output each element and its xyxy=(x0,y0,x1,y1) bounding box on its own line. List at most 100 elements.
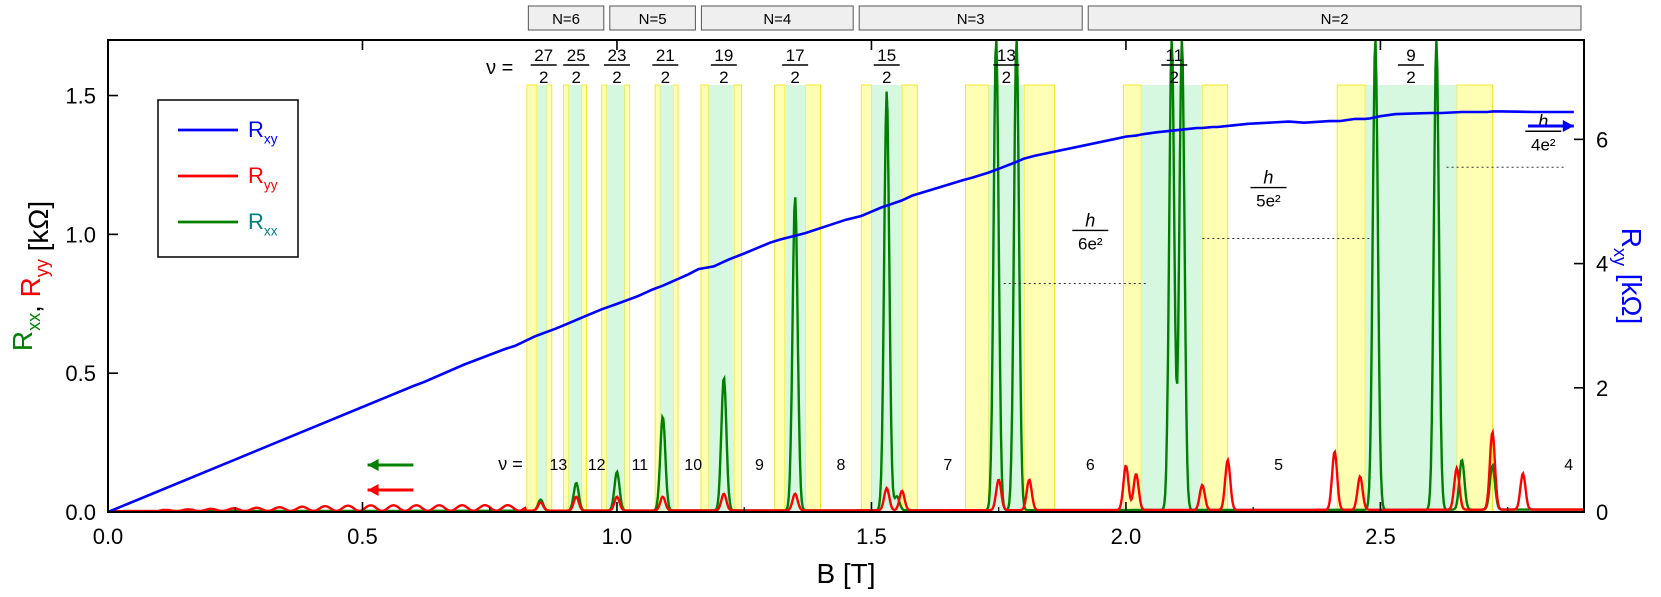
plateau-numerator: h xyxy=(1263,168,1273,188)
band-yellow xyxy=(1122,84,1142,513)
integer-filling-label: 9 xyxy=(755,457,764,474)
band-cyan xyxy=(568,85,582,512)
band-yellow xyxy=(774,84,786,513)
band-yellow xyxy=(860,84,872,513)
legend-label-sub: xy xyxy=(264,132,278,147)
half-filling-denominator: 2 xyxy=(572,68,581,87)
y-right-tick-label: 2 xyxy=(1596,376,1608,401)
plateau-denominator: 4e² xyxy=(1531,135,1556,154)
y-right-label-text: Rxy [kΩ] xyxy=(1610,228,1647,325)
plateau-numerator: h xyxy=(1085,210,1095,230)
half-filling-denominator: 2 xyxy=(1002,68,1011,87)
band-yellow xyxy=(901,84,918,513)
x-tick-label: 1.0 xyxy=(602,524,633,549)
band-yellow xyxy=(733,84,743,513)
legend-label-sub: xx xyxy=(264,224,278,239)
half-filling-numerator: 17 xyxy=(786,46,805,65)
band-yellow xyxy=(804,84,821,513)
x-tick-label: 0.5 xyxy=(347,524,378,549)
y-left-label-part: [kΩ] xyxy=(23,201,54,259)
band-yellow xyxy=(700,84,709,513)
x-tick-label: 1.5 xyxy=(856,524,887,549)
landau-level-label: N=5 xyxy=(639,11,667,28)
x-tick-label: 0.0 xyxy=(93,524,124,549)
half-filling-denominator: 2 xyxy=(1406,68,1415,87)
y-left-label-sub: yy xyxy=(32,259,52,277)
band-yellow xyxy=(672,84,679,513)
plateau-denominator: 5e² xyxy=(1256,192,1281,211)
band-yellow xyxy=(601,84,608,513)
plateau-numerator: h xyxy=(1538,111,1548,131)
half-filling-numerator: 27 xyxy=(534,46,553,65)
landau-level-label: N=4 xyxy=(763,11,791,28)
nu-prefix-top: ν = xyxy=(486,57,513,79)
half-filling-denominator: 2 xyxy=(790,68,799,87)
band-cyan xyxy=(660,85,673,512)
legend-label-main: R xyxy=(248,117,264,142)
y-right-tick-label: 6 xyxy=(1596,127,1608,152)
legend-label-main: R xyxy=(248,163,264,188)
y-left-tick-label: 1.0 xyxy=(65,222,96,247)
y-left-axis-label: Rxx, Ryy [kΩ] xyxy=(7,201,54,351)
integer-filling-label: 4 xyxy=(1564,457,1573,474)
band-yellow xyxy=(526,84,538,513)
plateau-denominator: 6e² xyxy=(1078,234,1103,253)
y-left-label-sub: xx xyxy=(24,313,44,331)
band-yellow xyxy=(1336,84,1366,513)
y-right-label-sub: xy xyxy=(1610,248,1630,266)
y-right-tick-label: 0 xyxy=(1596,500,1608,525)
integer-filling-label: 12 xyxy=(588,457,606,474)
landau-level-boxes: N=6 N=5 N=4 N=3 N=2 xyxy=(527,5,1582,31)
half-filling-denominator: 2 xyxy=(719,68,728,87)
y-right-label-main: R xyxy=(1616,228,1647,248)
half-filling-denominator: 2 xyxy=(882,68,891,87)
band-yellow xyxy=(563,84,570,513)
landau-level-label: N=3 xyxy=(957,11,985,28)
band-cyan xyxy=(871,85,902,512)
chart-figure: N=6 N=5 N=4 N=3 N=2 ν =272252232212192172152… xyxy=(7,5,1647,589)
half-filling-numerator: 25 xyxy=(567,46,586,65)
x-axis-label: B [T] xyxy=(816,558,875,589)
half-filling-numerator: 21 xyxy=(656,46,675,65)
filling-factor-bands xyxy=(526,84,1493,513)
half-filling-numerator: 9 xyxy=(1406,46,1415,65)
landau-level-label: N=6 xyxy=(552,11,580,28)
half-filling-numerator: 19 xyxy=(714,46,733,65)
rxy-axis-arrow-head xyxy=(1562,120,1574,132)
integer-filling-label: 8 xyxy=(836,457,845,474)
band-cyan xyxy=(537,85,547,512)
integer-filling-label: 10 xyxy=(684,457,702,474)
landau-level-label: N=2 xyxy=(1321,11,1349,28)
rxx-axis-arrow-head xyxy=(367,459,379,471)
x-tick-label: 2.5 xyxy=(1365,524,1396,549)
y-right-tick-label: 4 xyxy=(1596,252,1608,277)
integer-filling-label: 5 xyxy=(1274,457,1283,474)
integer-filling-label: 7 xyxy=(943,457,952,474)
x-tick-label: 2.0 xyxy=(1111,524,1142,549)
band-cyan xyxy=(606,85,625,512)
half-filling-numerator: 11 xyxy=(1165,46,1183,65)
nu-prefix-bottom: ν = xyxy=(498,454,523,474)
band-yellow xyxy=(1201,84,1229,513)
legend-label-sub: yy xyxy=(264,178,278,193)
half-filling-denominator: 2 xyxy=(539,68,548,87)
y-left-label-part: R xyxy=(7,331,38,351)
band-yellow xyxy=(1023,84,1056,513)
integer-filling-label: 6 xyxy=(1086,457,1095,474)
y-left-tick-label: 0.0 xyxy=(65,500,96,525)
y-right-axis-label: Rxy [kΩ] xyxy=(1610,228,1647,325)
legend-label-main: R xyxy=(248,209,264,234)
y-left-label-text: Rxx, Ryy [kΩ] xyxy=(7,201,54,351)
legend: RxyRyyRxx xyxy=(157,99,299,258)
integer-filling-label: 13 xyxy=(550,457,568,474)
band-cyan xyxy=(784,85,806,512)
y-left-label-part: , xyxy=(15,297,46,313)
band-cyan xyxy=(1141,85,1203,512)
band-yellow xyxy=(580,84,587,513)
half-filling-denominator: 2 xyxy=(612,68,621,87)
band-yellow xyxy=(546,84,553,513)
half-filling-numerator: 13 xyxy=(997,46,1016,65)
y-left-tick-label: 0.5 xyxy=(65,361,96,386)
half-filling-denominator: 2 xyxy=(1170,68,1179,87)
y-right-label-unit: [kΩ] xyxy=(1616,266,1647,324)
